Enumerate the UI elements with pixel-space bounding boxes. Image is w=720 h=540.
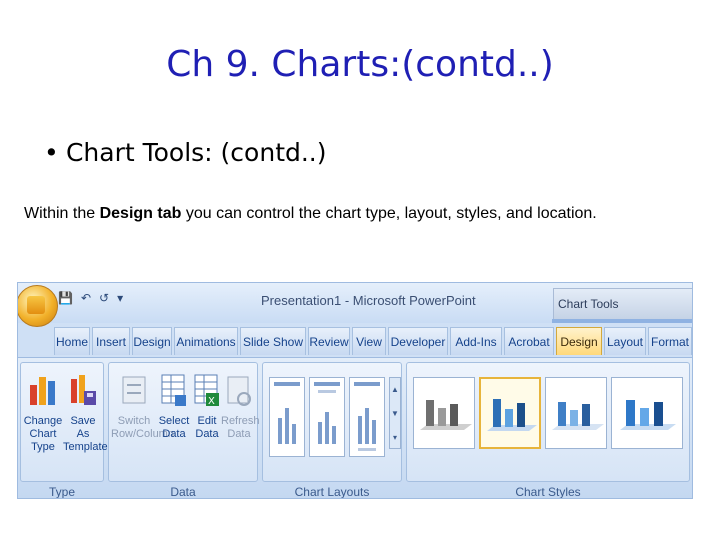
tab-format[interactable]: Format xyxy=(648,327,692,355)
chart-style-2[interactable] xyxy=(479,377,541,449)
tab-home[interactable]: Home xyxy=(54,327,90,355)
save-as-template-line1: Save As xyxy=(70,415,96,440)
chart-tools-label: Chart Tools xyxy=(558,297,619,311)
bullet-text: Chart Tools: (contd..) xyxy=(65,138,327,167)
quick-access-toolbar: 💾 ↶ ↺ ▾ xyxy=(58,291,131,305)
bullet-item: • Chart Tools: (contd..) xyxy=(44,138,327,167)
qat-dropdown-icon[interactable]: ▾ xyxy=(117,291,123,305)
tab-animations[interactable]: Animations xyxy=(174,327,238,355)
tab-insert[interactable]: Insert xyxy=(92,327,130,355)
title-bar: 💾 ↶ ↺ ▾ Presentation1 - Microsoft PowerPoin… xyxy=(18,283,692,327)
chart-layout-2-icon xyxy=(314,382,340,444)
chart-layouts-scroll[interactable]: ▲ ▼ ▾ xyxy=(389,377,401,449)
tab-layout[interactable]: Layout xyxy=(604,327,646,355)
select-data-line1: Select xyxy=(158,415,190,427)
body-text-prefix: Within the xyxy=(24,205,100,222)
refresh-data-line2: Data xyxy=(227,428,251,440)
chart-style-1[interactable] xyxy=(413,377,475,449)
tab-acrobat[interactable]: Acrobat xyxy=(504,327,554,355)
ribbon-tabs: Home Insert Design Animations Slide Show… xyxy=(54,327,692,355)
tab-slide-show[interactable]: Slide Show xyxy=(240,327,306,355)
chart-layout-3[interactable] xyxy=(349,377,385,457)
chart-style-3-icon xyxy=(552,402,604,430)
switch-row-column-button[interactable]: Switch Row/Column xyxy=(111,371,174,441)
tab-add-ins[interactable]: Add-Ins xyxy=(450,327,502,355)
svg-text:X: X xyxy=(208,396,215,407)
chart-layout-3-icon xyxy=(354,382,380,451)
edit-data-button[interactable]: X Edit Data xyxy=(191,371,223,441)
office-button[interactable] xyxy=(18,285,58,327)
group-chart-layouts-label: Chart Layouts xyxy=(294,485,370,499)
save-icon[interactable]: 💾 xyxy=(58,291,73,305)
group-type: Change Chart Type Save As Template Type xyxy=(20,362,108,498)
group-chart-styles: Chart Styles xyxy=(406,362,690,498)
chart-style-4[interactable] xyxy=(611,377,683,449)
switch-row-column-line1: Switch xyxy=(117,415,151,427)
refresh-data-icon xyxy=(227,376,251,406)
scroll-down-icon[interactable]: ▼ xyxy=(390,402,400,426)
ribbon-panel: Change Chart Type Save As Template Type … xyxy=(18,357,692,498)
body-text-suffix: you can control the chart type, layout, … xyxy=(181,205,597,222)
select-data-button[interactable]: Select Data xyxy=(157,371,191,441)
chart-tools-context: Chart Tools xyxy=(553,288,692,320)
group-chart-layouts: ▲ ▼ ▾ Chart Layouts xyxy=(262,362,402,498)
chart-style-4-icon xyxy=(620,400,676,430)
chart-style-1-icon xyxy=(420,400,472,430)
chart-layout-1-icon xyxy=(274,382,300,444)
select-data-icon xyxy=(161,374,186,406)
body-text: Within the Design tab you can control th… xyxy=(24,205,597,223)
chart-style-2-icon xyxy=(487,399,537,431)
chart-style-3[interactable] xyxy=(545,377,607,449)
edit-data-line1: Edit xyxy=(197,415,217,427)
body-text-bold: Design tab xyxy=(99,205,182,222)
change-chart-type-line1: Change xyxy=(23,415,63,427)
scroll-up-icon[interactable]: ▲ xyxy=(390,378,400,402)
ribbon-screenshot: 💾 ↶ ↺ ▾ Presentation1 - Microsoft PowerPoin… xyxy=(17,282,693,499)
group-type-label: Type xyxy=(48,485,75,499)
tab-developer[interactable]: Developer xyxy=(388,327,448,355)
more-icon[interactable]: ▾ xyxy=(390,426,400,450)
slide-title: Ch 9. Charts:(contd..) xyxy=(166,44,554,85)
tab-design[interactable]: Design xyxy=(132,327,172,355)
save-as-template-button[interactable]: Save As Template xyxy=(63,371,108,454)
window-title: Presentation1 - Microsoft PowerPoint xyxy=(261,293,476,308)
group-data-label: Data xyxy=(170,485,196,499)
redo-icon[interactable]: ↺ xyxy=(99,291,109,305)
context-band xyxy=(552,319,692,323)
change-chart-type-button[interactable]: Change Chart Type xyxy=(23,371,63,454)
change-chart-type-line2: Chart Type xyxy=(29,428,57,453)
edit-data-line2: Data xyxy=(195,428,219,440)
save-as-template-icon xyxy=(71,375,96,405)
chart-layout-1[interactable] xyxy=(269,377,305,457)
group-chart-styles-label: Chart Styles xyxy=(515,485,581,499)
select-data-line2: Data xyxy=(162,428,186,440)
refresh-data-button[interactable]: Refresh Data xyxy=(221,371,260,441)
bullet-dot-icon: • xyxy=(44,138,59,167)
office-logo-icon xyxy=(27,296,45,314)
save-as-template-line2: Template xyxy=(63,441,108,453)
refresh-data-line1: Refresh xyxy=(221,415,260,427)
switch-row-column-icon xyxy=(122,376,146,404)
tab-review[interactable]: Review xyxy=(308,327,350,355)
tab-view[interactable]: View xyxy=(352,327,386,355)
chart-layout-2[interactable] xyxy=(309,377,345,457)
group-data: Switch Row/Column Select Data X Edit Dat… xyxy=(108,362,260,498)
undo-icon[interactable]: ↶ xyxy=(81,291,91,305)
change-chart-type-icon xyxy=(30,377,55,405)
edit-data-icon: X xyxy=(194,374,219,407)
tab-chart-design[interactable]: Design xyxy=(556,327,602,355)
